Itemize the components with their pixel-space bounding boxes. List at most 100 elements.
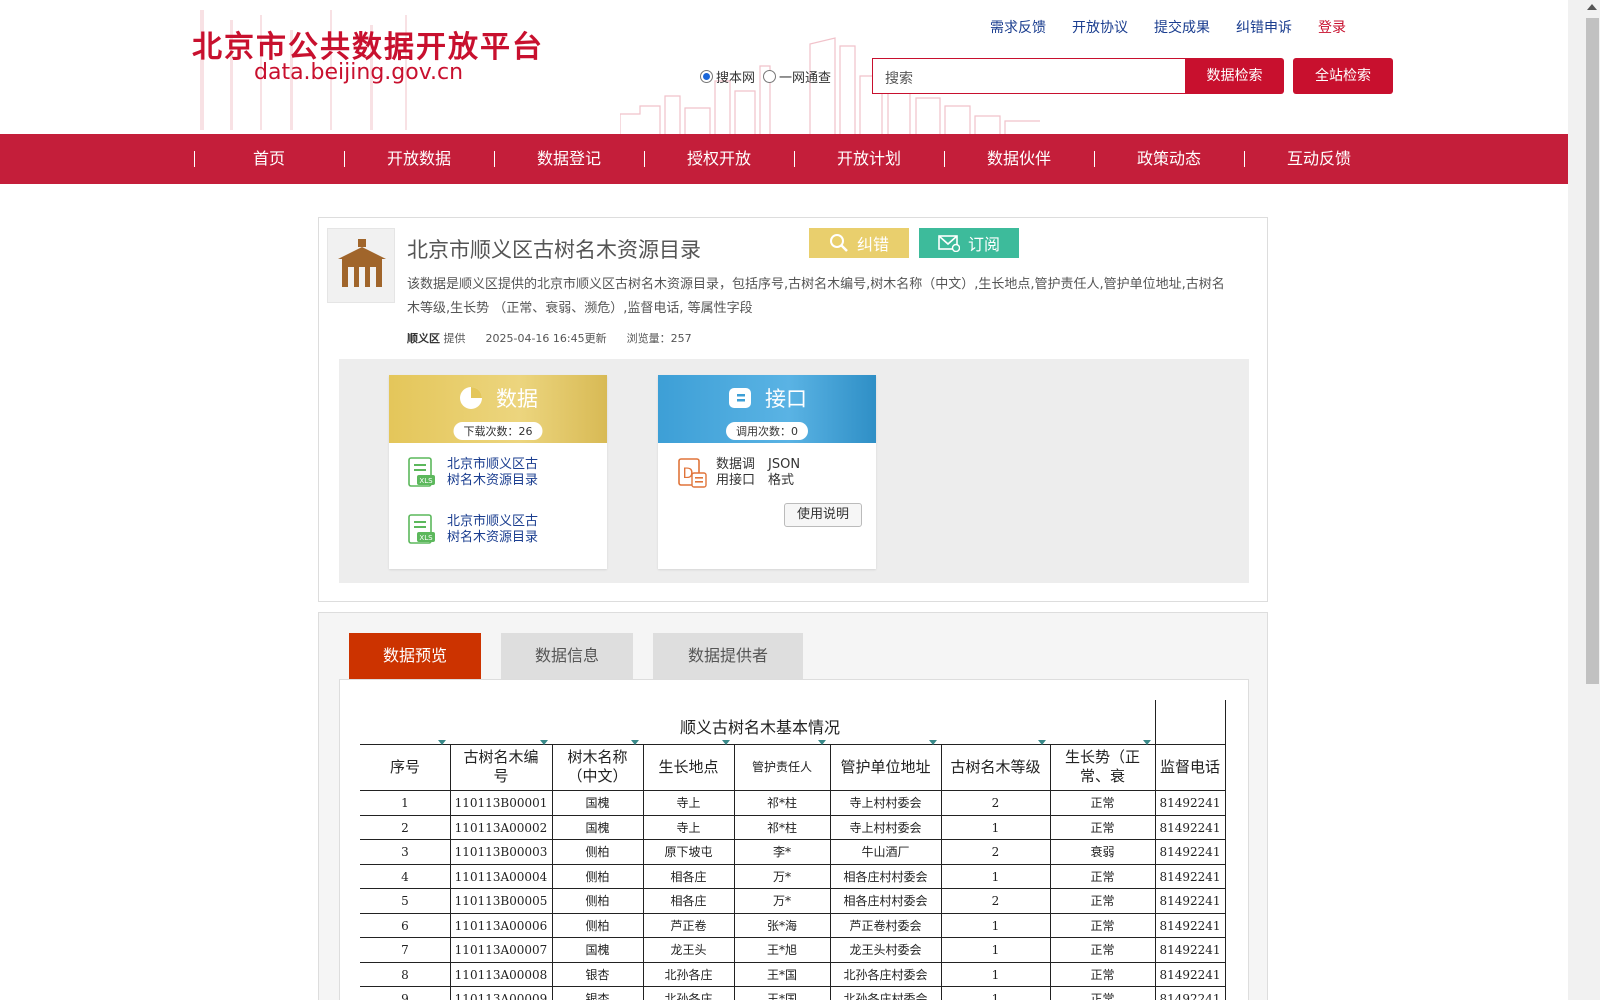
file-link[interactable]: 北京市顺义区古树名木资源目录: [447, 457, 547, 489]
radio-onenet-label: 一网通查: [779, 71, 832, 86]
table-cell: 81492241: [1159, 943, 1221, 957]
table-cell: 寺上: [676, 820, 701, 835]
column-header: 树木名称（中文）: [567, 748, 628, 785]
table-cell: 2: [991, 845, 1000, 859]
table-cell: 81492241: [1159, 918, 1221, 933]
xls-file-icon: XLS: [408, 514, 435, 544]
column-header: 古树名木编号: [463, 748, 539, 785]
scroll-up-arrow-icon[interactable]: [1587, 4, 1597, 10]
table-cell: 110113A00002: [454, 820, 548, 835]
api-card-title: 接口: [765, 387, 807, 411]
table-cell: 寺上村村委会: [849, 820, 922, 835]
table-cell: 110113B00001: [454, 796, 548, 810]
top-link-feedback[interactable]: 需求反馈: [990, 17, 1046, 37]
table-cell: 1: [991, 869, 1000, 884]
site-logo-url[interactable]: data.beijing.gov.cn: [254, 60, 463, 85]
table-cell: 110113A00008: [454, 967, 548, 982]
radio-site-label: 搜本网: [716, 71, 756, 86]
table-cell: 3: [401, 845, 409, 859]
table-cell: 81492241: [1159, 967, 1221, 982]
file-item[interactable]: XLS 北京市顺义区古树名木资源目录: [407, 514, 547, 546]
nav-item-authorized-open[interactable]: 授权开放: [644, 134, 794, 184]
dataset-summary-card: 北京市顺义区古树名木资源目录 纠错 订阅 该数据是顺义区提供的北京市顺义区古树名…: [318, 217, 1268, 602]
nav-item-data-registration[interactable]: 数据登记: [494, 134, 644, 184]
table-cell: 北孙各庄: [664, 992, 713, 1000]
dataset-views: 浏览量：257: [626, 332, 692, 345]
preview-section: 数据预览 数据信息 数据提供者 顺义古树名木基本情况 序号 古树名木编号 树木名…: [318, 612, 1268, 1000]
nav-item-open-plan[interactable]: 开放计划: [794, 134, 944, 184]
table-cell: 龙王头: [670, 943, 707, 957]
pie-chart-icon: [460, 387, 482, 409]
table-cell: 81492241: [1159, 992, 1221, 1000]
correct-error-button[interactable]: 纠错: [809, 228, 909, 258]
site-search-button[interactable]: 全站检索: [1293, 58, 1393, 94]
table-cell: 1: [991, 918, 1000, 933]
file-link[interactable]: 北京市顺义区古树名木资源目录: [447, 514, 547, 546]
column-header: 管护单位地址: [840, 757, 931, 776]
table-cell: 81492241: [1159, 820, 1221, 835]
column-header: 生长地点: [658, 757, 719, 776]
table-cell: 王*旭: [766, 943, 797, 957]
table-cell: 相各庄村村委会: [843, 894, 928, 908]
data-search-button[interactable]: 数据检索: [1185, 58, 1284, 94]
radio-onenet-button[interactable]: [763, 70, 777, 83]
table-cell: 牛山酒厂: [861, 845, 910, 859]
tab-data-preview[interactable]: 数据预览: [349, 633, 481, 679]
nav-item-open-data[interactable]: 开放数据: [344, 134, 494, 184]
table-cell: 1: [991, 967, 1000, 982]
xls-file-icon: XLS: [408, 457, 435, 487]
tab-data-provider[interactable]: 数据提供者: [653, 633, 803, 679]
table-cell: 110113A00006: [454, 918, 548, 933]
usage-instructions-button[interactable]: 使用说明: [784, 503, 862, 527]
table-cell: 81492241: [1159, 869, 1221, 884]
data-card-header: 数据 下载次数：26: [389, 375, 607, 443]
scrollbar-thumb[interactable]: [1586, 18, 1599, 684]
tab-data-info[interactable]: 数据信息: [501, 633, 633, 679]
table-cell: 祁*柱: [766, 820, 797, 835]
top-utility-links: 需求反馈 开放协议 提交成果 纠错申诉 登录: [990, 17, 1346, 37]
table-cell: 王*国: [766, 967, 797, 982]
nav-item-policy-news[interactable]: 政策动态: [1094, 134, 1244, 184]
top-link-submit-results[interactable]: 提交成果: [1154, 17, 1210, 37]
table-cell: 侧柏: [585, 869, 610, 884]
building-icon: [338, 239, 386, 287]
provider-suffix: 提供: [443, 332, 466, 345]
table-cell: 国槐: [585, 820, 610, 835]
table-cell: 相各庄: [670, 894, 707, 908]
magnifier-icon: [829, 234, 848, 252]
table-cell: 正常: [1090, 918, 1115, 933]
search-input[interactable]: 搜索: [872, 58, 1185, 94]
column-header: 序号: [389, 757, 420, 776]
table-cell: 110113A00007: [454, 943, 548, 957]
nav-item-home[interactable]: 首页: [194, 134, 344, 184]
table-cell: 7: [401, 943, 409, 957]
radio-onenet-option[interactable]: 一网通查: [763, 67, 831, 86]
dataset-category-icon: [327, 228, 395, 303]
table-cell: 1: [991, 820, 1000, 835]
table-cell: 2: [401, 820, 409, 835]
table-cell: 寺上村村委会: [849, 796, 922, 810]
table-cell: 1: [991, 992, 1000, 1000]
top-link-agreement[interactable]: 开放协议: [1072, 17, 1128, 37]
dataset-provider: 顺义区 提供: [407, 330, 466, 346]
table-cell: 北孙各庄村委会: [843, 967, 928, 982]
table-cell: 衰弱: [1090, 845, 1115, 859]
login-link[interactable]: 登录: [1318, 17, 1346, 37]
table-cell: 正常: [1090, 943, 1115, 957]
subscribe-label: 订阅: [967, 235, 1000, 254]
table-cell: 81492241: [1159, 845, 1221, 859]
dataset-meta: 顺义区 提供 2025-04-16 16:45更新 浏览量：257: [407, 330, 692, 346]
top-link-appeal[interactable]: 纠错申诉: [1236, 17, 1292, 37]
radio-site-button[interactable]: [700, 70, 713, 83]
api-card-header: 接口 调用次数：0: [658, 375, 876, 443]
table-cell: 原下坡屯: [664, 845, 713, 859]
file-item[interactable]: XLS 北京市顺义区古树名木资源目录: [407, 457, 547, 489]
nav-item-data-partners[interactable]: 数据伙伴: [944, 134, 1094, 184]
radio-site-option[interactable]: 搜本网: [700, 67, 755, 86]
column-header: 古树名木等级: [950, 757, 1041, 776]
table-cell: 110113A00009: [454, 992, 548, 1000]
subscribe-button[interactable]: 订阅: [919, 228, 1019, 258]
nav-item-interactive-feedback[interactable]: 互动反馈: [1244, 134, 1394, 184]
table-cell: 9: [401, 992, 409, 1000]
table-cell: 芦正卷村委会: [849, 918, 922, 933]
